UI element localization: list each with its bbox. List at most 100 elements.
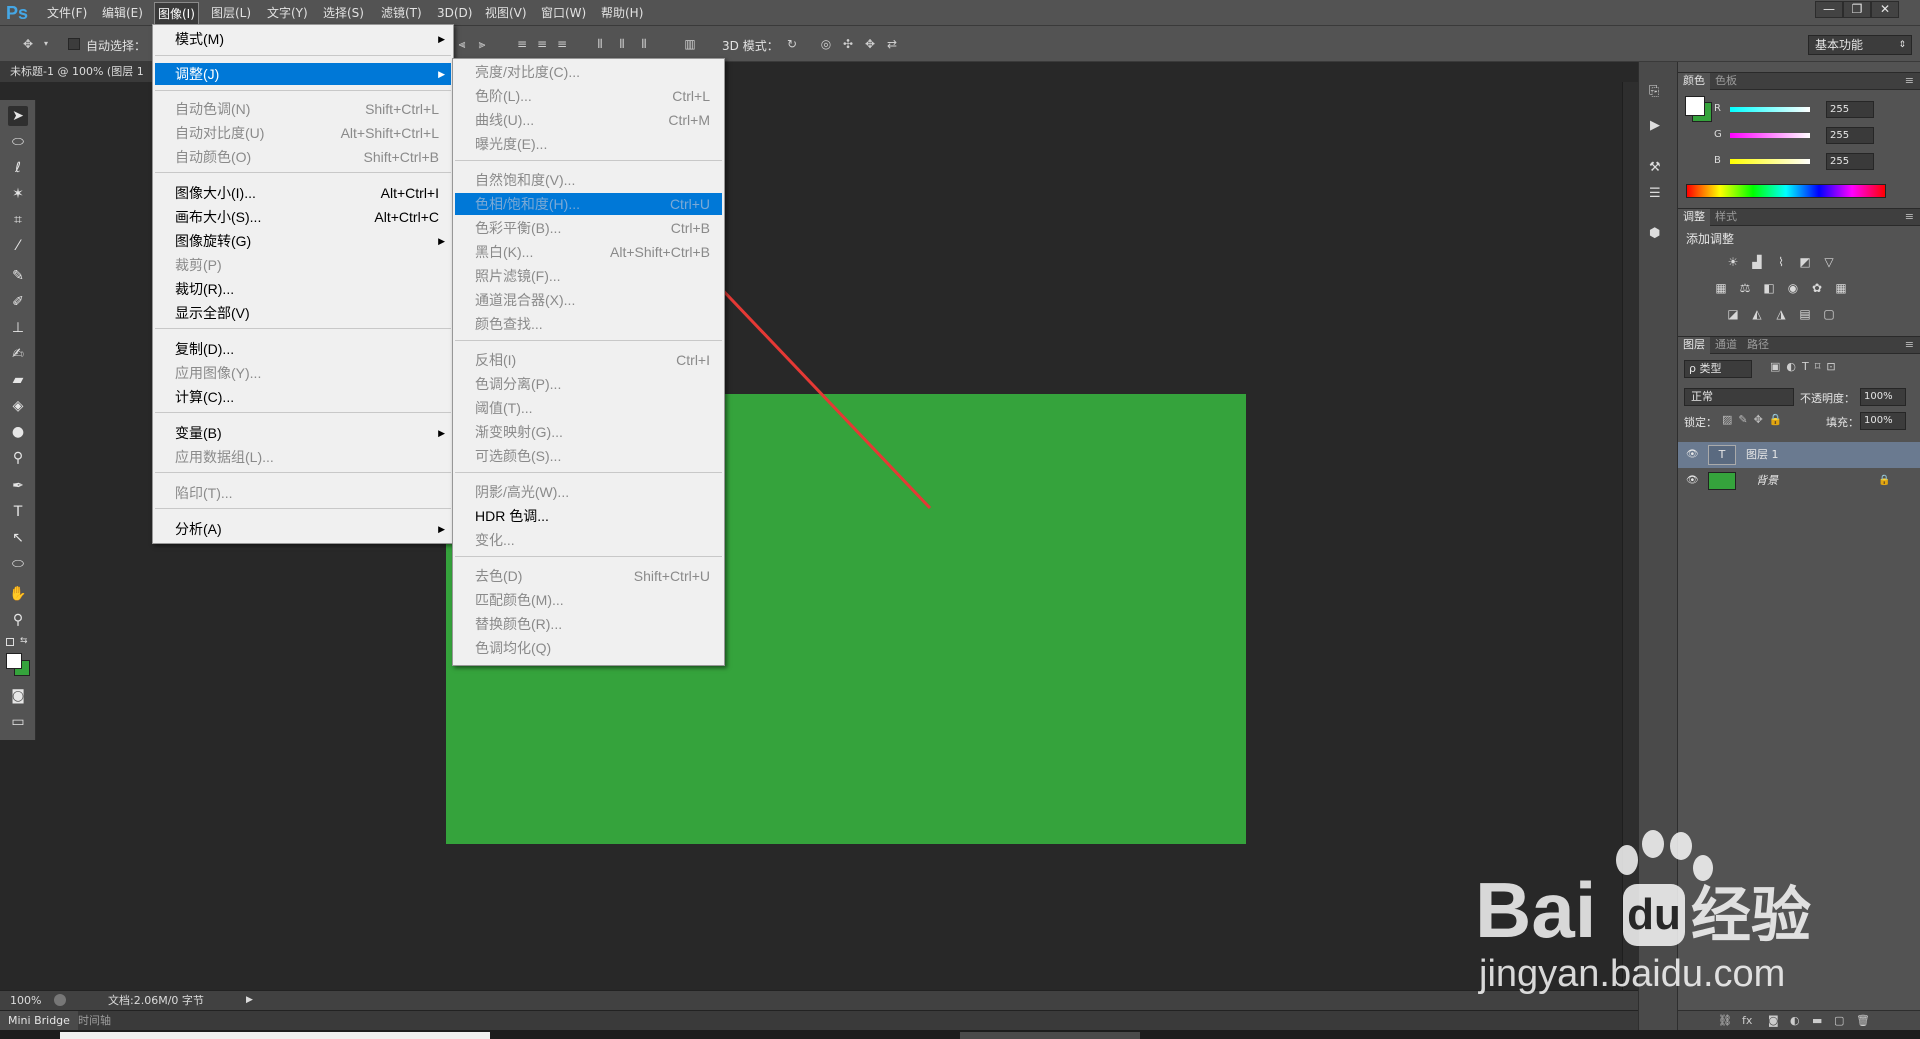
menu-item-calculations[interactable]: 计算(C)... (155, 386, 451, 408)
photo-filter-icon[interactable]: ◉ (1784, 280, 1802, 296)
menu-item-shadows-highlights[interactable]: 阴影/高光(W)... (455, 481, 722, 503)
menu-item-trim[interactable]: 裁切(R)... (155, 278, 451, 300)
layer-name[interactable]: 图层 1 (1746, 442, 1779, 468)
menu-item-analysis[interactable]: 分析(A) ▶ (155, 518, 451, 540)
exposure-icon[interactable]: ◩ (1796, 254, 1814, 270)
blend-mode-select[interactable]: 正常 (1684, 388, 1794, 406)
color-fg-swatch[interactable] (1685, 96, 1705, 116)
invert-icon[interactable]: ◪ (1724, 306, 1742, 322)
menu-item-levels[interactable]: 色阶(L)... Ctrl+L (455, 85, 722, 107)
layer-name[interactable]: 背景 (1756, 468, 1778, 494)
curves-icon[interactable]: ⌇ (1772, 254, 1790, 270)
fill-input[interactable]: 100% (1860, 412, 1906, 430)
history-icon[interactable]: ⎘ (1649, 84, 1659, 99)
color-lookup-icon[interactable]: ▦ (1832, 280, 1850, 296)
tab-paths[interactable]: 路径 (1742, 337, 1774, 354)
menu-item-trap[interactable]: 陷印(T)... (155, 482, 451, 504)
actions-play-icon[interactable]: ▶ (1650, 118, 1660, 133)
menu-item-variations[interactable]: 变化... (455, 529, 722, 551)
green-track[interactable] (1730, 133, 1810, 138)
zoom-level[interactable]: 100% (10, 991, 41, 1010)
layer-kind-filter[interactable]: ρ 类型 (1684, 360, 1752, 378)
menu-item-threshold[interactable]: 阈值(T)... (455, 397, 722, 419)
menu-item-color-balance[interactable]: 色彩平衡(B)... Ctrl+B (455, 217, 722, 239)
color-balance-icon[interactable]: ⚖ (1736, 280, 1754, 296)
menu-item-auto-color[interactable]: 自动颜色(O) Shift+Ctrl+B (155, 146, 451, 168)
levels-icon[interactable]: ▟ (1748, 254, 1766, 270)
menu-item-exposure[interactable]: 曝光度(E)... (455, 133, 722, 155)
tab-styles[interactable]: 样式 (1710, 209, 1742, 226)
tab-color[interactable]: 颜色 (1678, 73, 1710, 90)
red-value[interactable]: 255 (1826, 101, 1874, 118)
opacity-input[interactable]: 100% (1860, 388, 1906, 406)
panel-menu-icon[interactable]: ≡ (1905, 209, 1914, 225)
tab-swatches[interactable]: 色板 (1710, 73, 1742, 90)
menu-item-vibrance[interactable]: 自然饱和度(V)... (455, 169, 722, 191)
menu-item-reveal-all[interactable]: 显示全部(V) (155, 302, 451, 324)
menu-item-desaturate[interactable]: 去色(D) Shift+Ctrl+U (455, 565, 722, 587)
menu-item-apply-image[interactable]: 应用图像(Y)... (155, 362, 451, 384)
tab-timeline[interactable]: 时间轴 (78, 1011, 111, 1030)
fx-icon[interactable]: fx (1742, 1011, 1752, 1031)
tab-adjustments[interactable]: 调整 (1678, 209, 1710, 226)
adjustment-layer-icon[interactable]: ◐ (1790, 1011, 1800, 1031)
menu-item-image-rotation[interactable]: 图像旋转(G) ▶ (155, 230, 451, 252)
menu-item-crop[interactable]: 裁剪(P) (155, 254, 451, 276)
3d-cube-icon[interactable]: ⬢ (1649, 226, 1660, 241)
threshold-icon[interactable]: ◮ (1772, 306, 1790, 322)
green-slider[interactable]: G 255 (1714, 127, 1914, 144)
new-layer-icon[interactable]: ▢ (1834, 1011, 1844, 1031)
new-group-icon[interactable]: ▬ (1812, 1011, 1822, 1031)
menu-item-brightness-contrast[interactable]: 亮度/对比度(C)... (455, 61, 722, 83)
layer-filter-icons[interactable]: ▣◐T⌑⊡ (1770, 360, 1842, 373)
menu-item-image-size[interactable]: 图像大小(I)... Alt+Ctrl+I (155, 182, 451, 204)
channel-mixer-icon[interactable]: ✿ (1808, 280, 1826, 296)
tab-layers[interactable]: 图层 (1678, 337, 1710, 354)
menu-item-canvas-size[interactable]: 画布大小(S)... Alt+Ctrl+C (155, 206, 451, 228)
menu-item-black-white[interactable]: 黑白(K)... Alt+Shift+Ctrl+B (455, 241, 722, 263)
menu-item-auto-contrast[interactable]: 自动对比度(U) Alt+Shift+Ctrl+L (155, 122, 451, 144)
brush-presets-icon[interactable]: ⚒ (1649, 160, 1661, 175)
menu-item-variables[interactable]: 变量(B) ▶ (155, 422, 451, 444)
menu-item-photo-filter[interactable]: 照片滤镜(F)... (455, 265, 722, 287)
blue-slider[interactable]: B 255 (1714, 153, 1914, 170)
red-track[interactable] (1730, 107, 1810, 112)
posterize-icon[interactable]: ◭ (1748, 306, 1766, 322)
menu-item-auto-tone[interactable]: 自动色调(N) Shift+Ctrl+L (155, 98, 451, 120)
menu-item-selective-color[interactable]: 可选颜色(S)... (455, 445, 722, 467)
delete-layer-icon[interactable]: 🗑 (1856, 1011, 1870, 1031)
menu-item-color-lookup[interactable]: 颜色查找... (455, 313, 722, 335)
eye-icon[interactable]: 👁 (1686, 442, 1699, 468)
vibrance-icon[interactable]: ▽ (1820, 254, 1838, 270)
status-globe-icon[interactable] (54, 994, 66, 1006)
add-mask-icon[interactable]: ◙ (1768, 1011, 1779, 1031)
gradient-map-icon[interactable]: ▤ (1796, 306, 1814, 322)
layer-row[interactable]: 👁 背景 🔒 (1678, 468, 1920, 494)
status-menu-arrow-icon[interactable]: ▶ (246, 991, 253, 1010)
blue-value[interactable]: 255 (1826, 153, 1874, 170)
menu-item-duplicate[interactable]: 复制(D)... (155, 338, 451, 360)
link-layers-icon[interactable]: ⛓ (1718, 1011, 1732, 1031)
menu-item-channel-mixer[interactable]: 通道混合器(X)... (455, 289, 722, 311)
menu-item-posterize[interactable]: 色调分离(P)... (455, 373, 722, 395)
eye-icon[interactable]: 👁 (1686, 468, 1699, 494)
lock-icons[interactable]: ▨✎✥🔒 (1722, 413, 1789, 426)
menu-item-hue-saturation[interactable]: 色相/饱和度(H)... Ctrl+U (455, 193, 722, 215)
panel-menu-icon[interactable]: ≡ (1905, 337, 1914, 353)
green-value[interactable]: 255 (1826, 127, 1874, 144)
menu-item-apply-data-set[interactable]: 应用数据组(L)... (155, 446, 451, 468)
menu-item-equalize[interactable]: 色调均化(Q) (455, 637, 722, 659)
hue-sat-icon[interactable]: ▦ (1712, 280, 1730, 296)
color-spectrum[interactable] (1686, 184, 1886, 198)
red-slider[interactable]: R 255 (1714, 101, 1914, 118)
panel-menu-icon[interactable]: ≡ (1905, 73, 1914, 89)
menu-item-curves[interactable]: 曲线(U)... Ctrl+M (455, 109, 722, 131)
menu-item-gradient-map[interactable]: 渐变映射(G)... (455, 421, 722, 443)
menu-item-match-color[interactable]: 匹配颜色(M)... (455, 589, 722, 611)
menu-item-hdr-toning[interactable]: HDR 色调... (455, 505, 722, 527)
menu-item-replace-color[interactable]: 替换颜色(R)... (455, 613, 722, 635)
bw-icon[interactable]: ◧ (1760, 280, 1778, 296)
tab-channels[interactable]: 通道 (1710, 337, 1742, 354)
layer-row[interactable]: 👁 T 图层 1 (1678, 442, 1920, 468)
tab-mini-bridge[interactable]: Mini Bridge (0, 1011, 78, 1030)
